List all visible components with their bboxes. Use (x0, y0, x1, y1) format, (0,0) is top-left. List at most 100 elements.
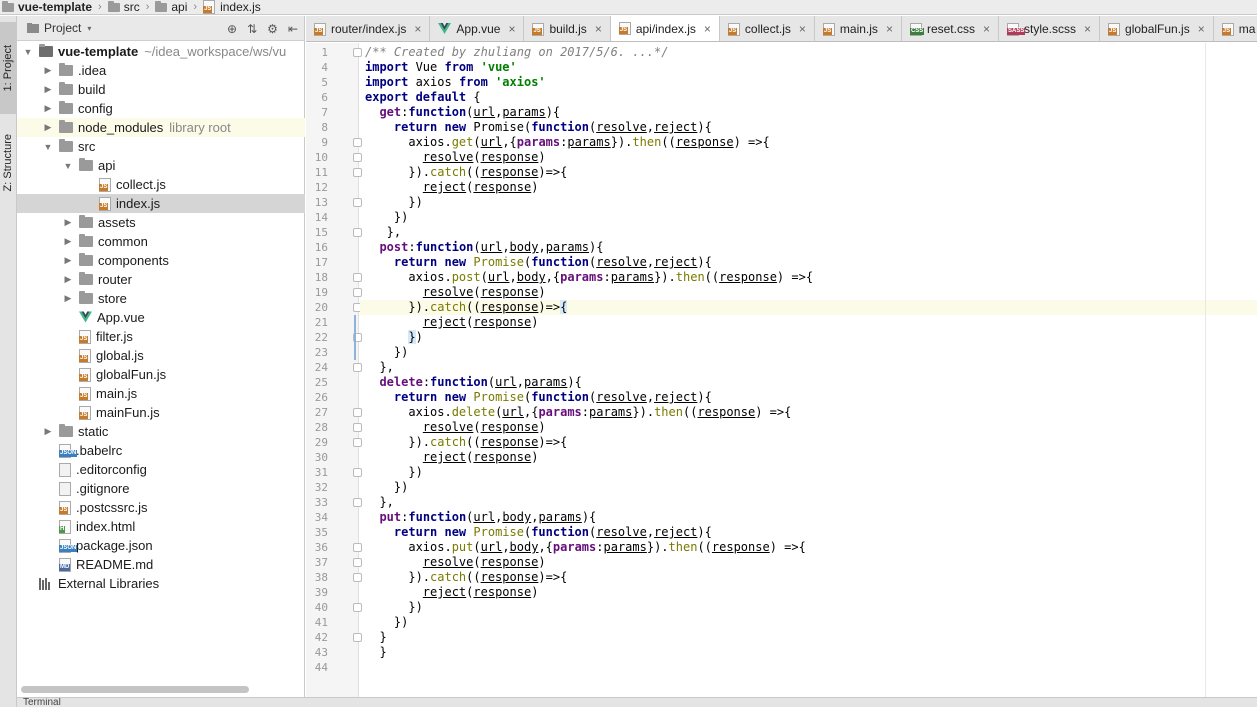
tree-item[interactable]: ▶ common (17, 232, 305, 251)
close-tab-icon[interactable]: × (1084, 22, 1091, 36)
code-line[interactable]: }).catch((response)=>{ (365, 300, 568, 315)
tree-item[interactable]: ▶JSmainFun.js (17, 403, 305, 422)
tree-item[interactable]: ▶.editorconfig (17, 460, 305, 479)
code-line[interactable]: }).catch((response)=>{ (365, 570, 567, 585)
code-line[interactable]: axios.post(url,body,{params:params}).the… (365, 270, 813, 285)
code-line[interactable]: return new Promise(function(resolve,reje… (365, 525, 712, 540)
code-line[interactable]: resolve(response) (365, 555, 546, 570)
code-line[interactable]: axios.delete(url,{params:params}).then((… (365, 405, 791, 420)
code-line[interactable]: reject(response) (365, 585, 539, 600)
code-line[interactable]: resolve(response) (365, 150, 546, 165)
project-panel-title[interactable]: Project (44, 21, 81, 35)
expand-arrow-open-icon[interactable]: ▼ (63, 161, 73, 171)
code-area[interactable]: /** Created by zhuliang on 2017/5/6. ...… (360, 43, 1257, 697)
expand-arrow-open-icon[interactable]: ▼ (23, 47, 33, 57)
structure-tool-button[interactable]: Z: Structure (0, 120, 16, 206)
code-line[interactable]: reject(response) (365, 315, 539, 330)
editor-tab[interactable]: JS ma (1214, 16, 1257, 41)
tree-item[interactable]: ▶.gitignore (17, 479, 305, 498)
code-line[interactable]: }) (365, 330, 423, 345)
code-line[interactable]: }) (365, 195, 422, 210)
tree-item[interactable]: ▶JSmain.js (17, 384, 305, 403)
code-line[interactable]: }) (365, 615, 408, 630)
collapse-icon[interactable]: ⇅ (247, 22, 257, 36)
close-tab-icon[interactable]: × (595, 22, 602, 36)
code-editor[interactable]: 1 4 5 6 7 8 9 10 11 12 13 14 15 16 17 18 19 20 21 22 23 24 25 2… (306, 43, 1257, 697)
close-tab-icon[interactable]: × (983, 22, 990, 36)
expand-arrow-closed-icon[interactable]: ▶ (43, 65, 53, 76)
code-line[interactable]: }) (365, 210, 408, 225)
breadcrumb-item[interactable]: api (153, 0, 189, 14)
expand-arrow-closed-icon[interactable]: ▶ (43, 122, 53, 133)
code-line[interactable]: put:function(url,body,params){ (365, 510, 596, 525)
code-line[interactable]: resolve(response) (365, 420, 546, 435)
tree-item[interactable]: ▶ node_modules library root (17, 118, 305, 137)
tree-item[interactable]: ▶JSfilter.js (17, 327, 305, 346)
tree-item[interactable]: ▼ api (17, 156, 305, 175)
code-line[interactable]: reject(response) (365, 180, 539, 195)
target-icon[interactable]: ⊕ (227, 22, 237, 36)
code-line[interactable]: axios.put(url,body,{params:params}).then… (365, 540, 805, 555)
tree-item[interactable]: ▼ src (17, 137, 305, 156)
code-line[interactable]: }).catch((response)=>{ (365, 435, 567, 450)
expand-arrow-closed-icon[interactable]: ▶ (63, 274, 73, 285)
code-line[interactable]: }) (365, 600, 422, 615)
close-tab-icon[interactable]: × (799, 22, 806, 36)
code-line[interactable]: }) (365, 480, 408, 495)
tree-item[interactable]: ▶ config (17, 99, 305, 118)
tree-item[interactable]: ▶External Libraries (17, 574, 305, 593)
close-tab-icon[interactable]: × (414, 22, 421, 36)
editor-tab[interactable]: JS api/index.js × (610, 16, 720, 41)
code-line[interactable]: }) (365, 465, 422, 480)
expand-arrow-closed-icon[interactable]: ▶ (43, 426, 53, 437)
horizontal-scrollbar[interactable] (21, 686, 249, 693)
tree-item[interactable]: ▼ vue-template ~/idea_workspace/ws/vu (17, 42, 305, 61)
editor-tab[interactable]: JS globalFun.js × (1100, 16, 1214, 41)
gear-icon[interactable]: ⚙ (267, 22, 278, 36)
expand-arrow-open-icon[interactable]: ▼ (43, 142, 53, 152)
expand-arrow-closed-icon[interactable]: ▶ (63, 293, 73, 304)
breadcrumb-item[interactable]: vue-template (0, 0, 94, 14)
code-line[interactable]: reject(response) (365, 450, 539, 465)
tree-item[interactable]: ▶JSglobalFun.js (17, 365, 305, 384)
view-dropdown-icon[interactable]: ▾ (87, 24, 91, 33)
tree-item[interactable]: ▶JScollect.js (17, 175, 305, 194)
editor-tab[interactable]: JS router/index.js × (306, 16, 431, 41)
tree-item[interactable]: ▶JS.postcssrc.js (17, 498, 305, 517)
code-line[interactable]: export default { (365, 90, 481, 105)
editor-tab[interactable]: JS collect.js × (720, 16, 815, 41)
expand-arrow-closed-icon[interactable]: ▶ (43, 103, 53, 114)
editor-tab[interactable]: JS build.js × (524, 16, 611, 41)
breadcrumb-item[interactable]: JS index.js (201, 0, 263, 14)
code-line[interactable]: }, (365, 360, 393, 375)
code-line[interactable]: }).catch((response)=>{ (365, 165, 567, 180)
project-tool-button[interactable]: 1: Project (0, 22, 16, 114)
tree-item[interactable]: ▶ build (17, 80, 305, 99)
expand-arrow-closed-icon[interactable]: ▶ (43, 84, 53, 95)
code-line[interactable]: delete:function(url,params){ (365, 375, 581, 390)
tree-item[interactable]: ▶JSONpackage.json (17, 536, 305, 555)
hide-icon[interactable]: ⇤ (288, 22, 298, 36)
expand-arrow-closed-icon[interactable]: ▶ (63, 217, 73, 228)
editor-tab[interactable]: App.vue × (430, 16, 525, 41)
terminal-tool-label[interactable]: Terminal (23, 698, 61, 707)
tree-item[interactable]: ▶JSglobal.js (17, 346, 305, 365)
tree-item[interactable]: ▶ assets (17, 213, 305, 232)
tree-item[interactable]: ▶JSindex.js (17, 194, 305, 213)
close-tab-icon[interactable]: × (508, 22, 515, 36)
code-line[interactable]: } (365, 645, 386, 660)
code-line[interactable]: }, (365, 225, 401, 240)
tree-item[interactable]: ▶MDREADME.md (17, 555, 305, 574)
code-line[interactable]: }) (365, 345, 408, 360)
code-line[interactable]: get:function(url,params){ (365, 105, 560, 120)
close-tab-icon[interactable]: × (886, 22, 893, 36)
code-line[interactable]: } (365, 630, 386, 645)
code-line[interactable]: return new Promise(function(resolve,reje… (365, 390, 712, 405)
code-line[interactable]: }, (365, 495, 393, 510)
code-line[interactable]: post:function(url,body,params){ (365, 240, 603, 255)
code-line[interactable]: return new Promise(function(resolve,reje… (365, 120, 712, 135)
code-line[interactable]: import Vue from 'vue' (365, 60, 517, 75)
code-line[interactable]: import axios from 'axios' (365, 75, 546, 90)
editor-tab[interactable]: CSS reset.css × (902, 16, 999, 41)
expand-arrow-closed-icon[interactable]: ▶ (63, 236, 73, 247)
